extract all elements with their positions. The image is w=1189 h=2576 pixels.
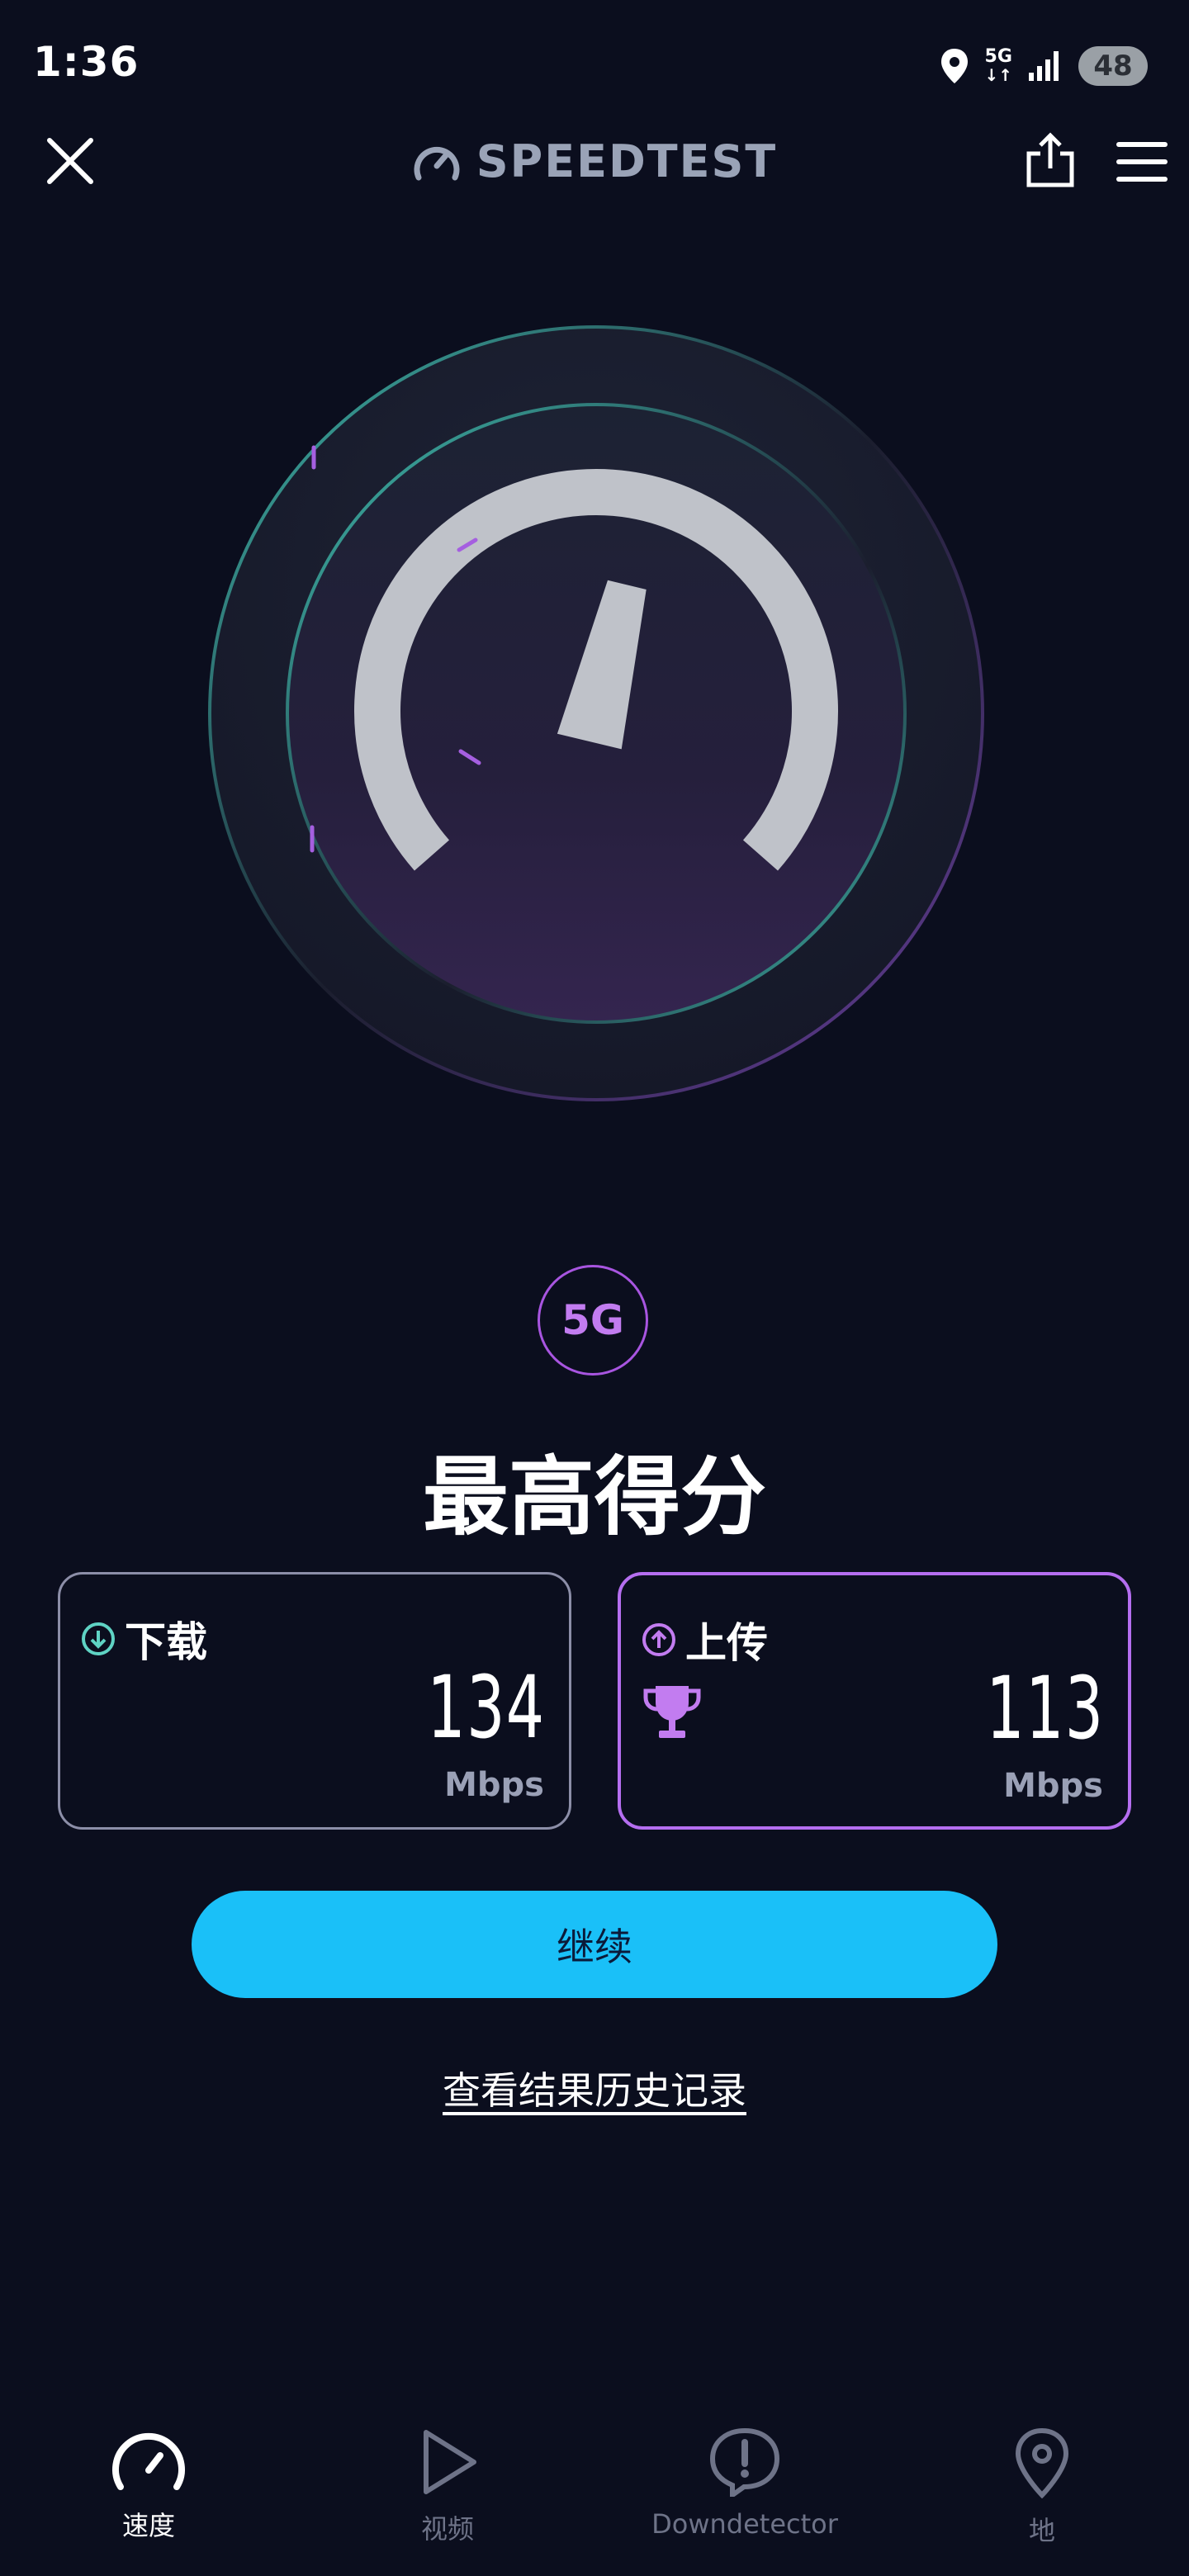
download-label: 下载 — [80, 1609, 207, 1669]
upload-arrow-icon — [642, 1623, 675, 1656]
hamburger-icon — [1116, 142, 1168, 182]
play-icon — [424, 2430, 476, 2494]
alert-icon — [709, 2427, 780, 2497]
download-value: 134 — [427, 1657, 546, 1758]
share-button[interactable] — [1024, 132, 1077, 190]
trophy-icon — [643, 1686, 701, 1738]
nav-label-speed: 速度 — [121, 2510, 175, 2541]
nav-tab-downdetector[interactable]: Downdetector — [621, 2427, 869, 2559]
upload-value: 113 — [986, 1658, 1105, 1759]
menu-button[interactable] — [1115, 139, 1169, 185]
download-result-card: 下载 134 Mbps — [58, 1572, 571, 1830]
status-icons: 5G ↓↑ 48 — [940, 41, 1148, 91]
nav-tab-map[interactable]: 地 — [918, 2427, 1166, 2559]
upload-result-card: 上传 113 Mbps — [618, 1572, 1131, 1830]
signal-icon — [1029, 51, 1059, 81]
app-brand: SPEEDTEST — [0, 132, 1189, 190]
speedtest-logo-icon — [414, 146, 460, 181]
result-headline: 最高得分 — [422, 1447, 766, 1547]
connection-type-badge: 5G — [538, 1265, 648, 1376]
upload-unit: Mbps — [1003, 1767, 1103, 1805]
location-icon — [941, 49, 969, 83]
map-pin-icon — [1015, 2427, 1069, 2498]
nav-label-video: 视频 — [420, 2513, 474, 2545]
download-arrow-icon — [82, 1622, 115, 1655]
nav-tab-video[interactable]: 视频 — [324, 2427, 571, 2559]
network-type: 5G ↓↑ — [984, 46, 1012, 85]
nav-tab-speed[interactable]: 速度 — [25, 2427, 272, 2559]
battery-indicator: 48 — [1078, 46, 1148, 86]
nav-label-downdetector: Downdetector — [651, 2508, 838, 2540]
brand-title: SPEEDTEST — [476, 135, 778, 187]
speed-gauge — [208, 325, 984, 1101]
view-history-link[interactable]: 查看结果历史记录 — [0, 2061, 1189, 2115]
continue-button[interactable]: 继续 — [192, 1891, 997, 1998]
speedometer-icon — [112, 2433, 185, 2490]
status-time: 1:36 — [33, 38, 140, 86]
upload-label: 上传 — [641, 1610, 768, 1669]
nav-label-map: 地 — [1028, 2515, 1055, 2546]
download-unit: Mbps — [444, 1766, 544, 1804]
share-icon — [1026, 132, 1074, 187]
